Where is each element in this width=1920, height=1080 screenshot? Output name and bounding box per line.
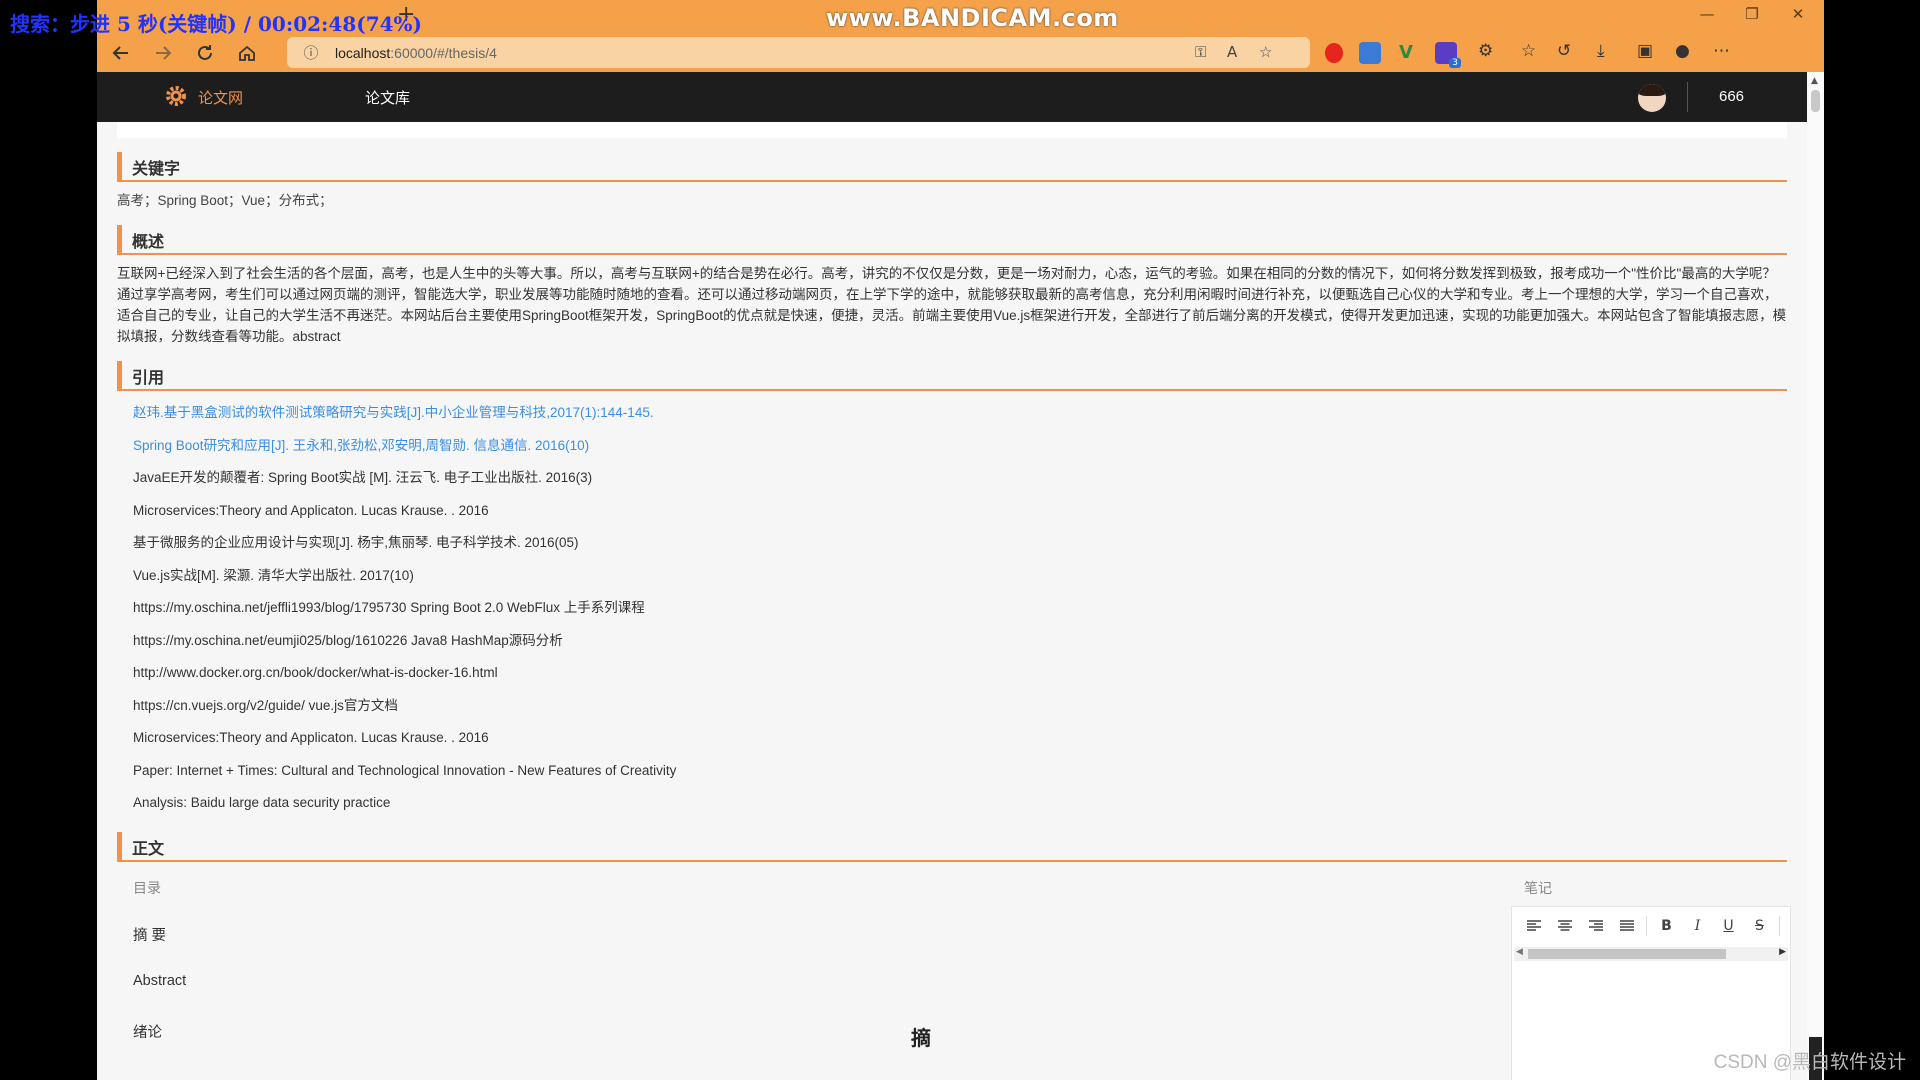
purple-extension-icon[interactable]: 3: [1435, 42, 1461, 68]
web-page: 论文网 论文库 666 关键字 高考；Spring Boot；Vue；分布式； …: [97, 72, 1807, 1080]
toc-item-abstract-cn[interactable]: 摘 要: [133, 924, 166, 945]
summary-section-heading: 概述: [117, 225, 1787, 255]
references-heading-text: 引用: [132, 368, 165, 387]
collections-icon[interactable]: ▣: [1637, 41, 1653, 61]
strikethrough-icon[interactable]: S: [1744, 915, 1775, 937]
summary-heading-text: 概述: [132, 232, 165, 251]
maximize-button[interactable]: ❐: [1737, 5, 1767, 23]
keywords-text: 高考；Spring Boot；Vue；分布式；: [117, 193, 333, 208]
body-section-heading: 正文: [117, 831, 1787, 862]
extensions-puzzle-icon[interactable]: ⚙: [1478, 41, 1493, 61]
page-scrollbar-thumb[interactable]: [1811, 90, 1820, 112]
back-arrow-icon: [112, 46, 128, 60]
body-area: 目录 摘 要 Abstract 绪论 摘 笔记 B I U S ◀ ▶: [117, 862, 1791, 1080]
reference-item: Microservices:Theory and Applicaton. Luc…: [133, 502, 489, 518]
toolbar-separator: [1646, 915, 1647, 936]
align-center-icon: [1557, 919, 1572, 931]
thesis-content: 关键字 高考；Spring Boot；Vue；分布式； 概述 互联网+已经深入到…: [117, 122, 1791, 1080]
reference-item[interactable]: Spring Boot研究和应用[J]. 王永和,张劲松,邓安明,周智勋. 信息…: [133, 430, 1787, 463]
history-icon[interactable]: ↺: [1557, 41, 1571, 61]
reload-button[interactable]: [187, 37, 223, 69]
keywords-heading-text: 关键字: [132, 159, 181, 178]
toc-title: 目录: [133, 880, 161, 897]
reference-item: Microservices:Theory and Applicaton. Luc…: [133, 730, 489, 745]
close-window-button[interactable]: ✕: [1783, 5, 1813, 23]
username[interactable]: 666: [1719, 88, 1744, 105]
editor-toolbar: B I U S: [1518, 915, 1784, 937]
scroll-right-arrow-icon[interactable]: ▶: [1779, 947, 1786, 957]
minimize-button[interactable]: —: [1692, 5, 1722, 23]
align-right-icon: [1588, 919, 1603, 931]
favorite-star-icon[interactable]: ☆: [1259, 43, 1272, 61]
italic-icon[interactable]: I: [1682, 915, 1713, 937]
translate-extension-icon[interactable]: [1359, 42, 1381, 64]
site-logo-text[interactable]: 论文网: [198, 87, 243, 108]
keywords-section-heading: 关键字: [117, 152, 1787, 182]
toc-item-abstract-en[interactable]: Abstract: [133, 973, 186, 989]
reference-item: Paper: Internet + Times: Cultural and Te…: [133, 762, 677, 778]
reference-item: http://www.docker.org.cn/book/docker/wha…: [133, 665, 498, 680]
reference-item: https://cn.vuejs.org/v2/guide/ vue.js官方文…: [133, 697, 398, 713]
align-justify-icon: [1619, 919, 1634, 931]
profile-icon[interactable]: ●: [1675, 41, 1690, 61]
bold-icon[interactable]: B: [1651, 915, 1682, 937]
more-menu-icon[interactable]: ⋯: [1713, 41, 1730, 61]
notes-title: 笔记: [1524, 880, 1552, 897]
reference-item: https://my.oschina.net/eumji025/blog/161…: [133, 632, 563, 648]
align-left-icon: [1526, 919, 1541, 931]
forward-button[interactable]: [145, 37, 181, 69]
read-aloud-icon[interactable]: A: [1227, 43, 1237, 61]
csdn-credit-watermark: CSDN @黑白软件设计: [1713, 1052, 1906, 1073]
adblock-extension-icon[interactable]: [1325, 43, 1343, 63]
url-path: :60000/#/thesis/4: [390, 44, 497, 61]
reference-item: Vue.js实战[M]. 梁灏. 清华大学出版社. 2017(10): [133, 567, 414, 583]
body-heading-text: 正文: [132, 838, 165, 858]
home-button[interactable]: [229, 37, 265, 69]
underline-icon[interactable]: U: [1713, 915, 1744, 937]
align-justify-button[interactable]: [1611, 915, 1642, 937]
reload-icon: [198, 45, 212, 60]
align-right-button[interactable]: [1580, 915, 1611, 937]
favorites-icon[interactable]: ☆: [1521, 41, 1536, 61]
bandicam-watermark: www.BANDICAM.com: [826, 4, 1119, 32]
browser-window: + — ❐ ✕ ⓘ localhost:60000/#/thesis/4 ⚿ A…: [97, 0, 1824, 1080]
header-divider: [1687, 82, 1688, 112]
site-header: 论文网 论文库 666: [97, 72, 1807, 122]
scrollbar-thumb[interactable]: [1528, 948, 1726, 959]
url-host: localhost: [335, 44, 391, 61]
nav-thesis-library[interactable]: 论文库: [365, 87, 410, 108]
recorder-status-overlay: 搜索：步进 5 秒(关键帧) / 00:02:48(74%): [10, 12, 423, 36]
site-info-icon[interactable]: ⓘ: [299, 42, 323, 63]
editor-toolbar-scrollbar[interactable]: ◀ ▶: [1514, 946, 1788, 961]
reference-item: JavaEE开发的颠覆者: Spring Boot实战 [M]. 汪云飞. 电子…: [133, 470, 593, 485]
align-center-button[interactable]: [1549, 915, 1580, 937]
scroll-up-arrow-icon[interactable]: ▲: [1811, 76, 1818, 86]
scroll-left-arrow-icon[interactable]: ◀: [1516, 947, 1523, 957]
references-list: 赵玮.基于黑盒测试的软件测试策略研究与实践[J].中小企业管理与科技,2017(…: [117, 397, 1787, 820]
downloads-icon[interactable]: ⤓: [1597, 41, 1605, 61]
reference-item[interactable]: 赵玮.基于黑盒测试的软件测试策略研究与实践[J].中小企业管理与科技,2017(…: [133, 397, 1787, 430]
align-left-button[interactable]: [1518, 915, 1549, 937]
document-heading: 摘: [911, 1025, 931, 1050]
reference-item: Analysis: Baidu large data security prac…: [133, 795, 391, 810]
top-strip: [117, 122, 1787, 138]
vue-extension-icon[interactable]: V: [1399, 42, 1421, 64]
toc-item-introduction[interactable]: 绪论: [133, 1021, 162, 1042]
url-text[interactable]: localhost:60000/#/thesis/4: [335, 45, 497, 61]
forward-arrow-icon: [156, 46, 172, 60]
gear-logo-icon: [166, 86, 186, 106]
references-section-heading: 引用: [117, 361, 1787, 391]
reference-item: https://my.oschina.net/jeffli1993/blog/1…: [133, 600, 645, 615]
extension-badge: 3: [1449, 58, 1461, 68]
home-icon: [239, 45, 255, 61]
summary-text: 互联网+已经深入到了社会生活的各个层面，高考，也是人生中的头等大事。所以，高考与…: [117, 266, 1787, 344]
address-bar[interactable]: ⓘ localhost:60000/#/thesis/4 ⚿ A ☆: [287, 37, 1310, 68]
toolbar-separator: [1779, 915, 1780, 936]
back-button[interactable]: [103, 37, 139, 69]
key-icon[interactable]: ⚿: [1195, 43, 1206, 61]
reference-item: 基于微服务的企业应用设计与实现[J]. 杨宇,焦丽琴. 电子科学技术. 2016…: [133, 535, 579, 550]
page-scrollbar[interactable]: ▲: [1807, 72, 1824, 1080]
user-avatar[interactable]: [1638, 84, 1666, 112]
